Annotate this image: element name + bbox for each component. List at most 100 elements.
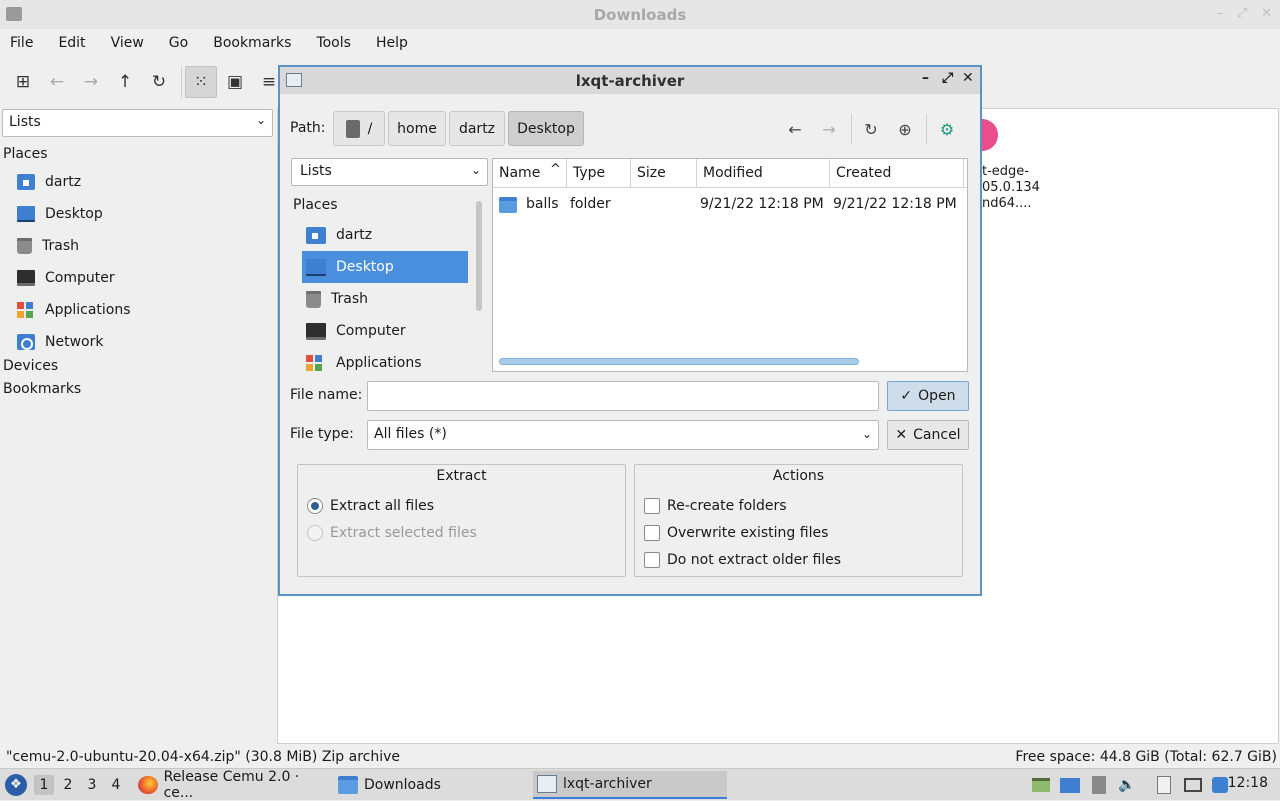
crumb-dartz[interactable]: dartz (449, 111, 505, 146)
extract-all-radio[interactable]: Extract all files (307, 498, 434, 514)
taskbar: ❖ 1 2 3 4 Release Cemu 2.0 · ce... Downl… (0, 768, 1280, 801)
horizontal-scrollbar[interactable] (499, 358, 859, 365)
close-icon[interactable]: ✕ (1261, 6, 1272, 21)
crumb-root[interactable]: / (333, 111, 385, 146)
forward-arrow-icon[interactable]: → (77, 68, 105, 96)
column-created[interactable]: Created (830, 159, 964, 188)
file-manager-tray-icon[interactable] (1031, 775, 1051, 795)
crumb-label: dartz (458, 120, 496, 137)
place-item-desktop[interactable]: Desktop (302, 251, 468, 283)
recreate-folders-label: Re-create folders (667, 498, 787, 514)
chevron-down-icon: ⌄ (861, 427, 872, 441)
start-menu-icon[interactable]: ❖ (5, 774, 27, 796)
minimize-icon[interactable]: – (1216, 6, 1223, 21)
workspace-2[interactable]: 2 (58, 775, 78, 795)
task-lxqt-archiver[interactable]: lxqt-archiver (533, 771, 727, 799)
extract-selected-radio[interactable]: Extract selected files (307, 525, 477, 541)
column-modified[interactable]: Modified (697, 159, 830, 188)
new-tab-icon[interactable]: ⊞ (9, 68, 37, 96)
places-scrollbar[interactable] (476, 201, 482, 311)
menu-help[interactable]: Help (376, 35, 408, 51)
desktop-icon (17, 206, 35, 222)
crumb-home[interactable]: home (388, 111, 446, 146)
place-item-dartz[interactable]: dartz (302, 219, 468, 251)
maximize-icon[interactable]: ⤢ (942, 70, 953, 86)
task-label: Release Cemu 2.0 · ce... (163, 769, 300, 801)
computer-icon (17, 270, 35, 286)
sidebar-item-trash[interactable]: Trash (0, 230, 276, 262)
skip-older-checkbox[interactable]: Do not extract older files (644, 552, 841, 568)
settings-gear-icon[interactable]: ⚙ (936, 118, 958, 140)
column-label: Modified (703, 165, 763, 181)
network-tray-icon[interactable] (1183, 775, 1203, 795)
extract-all-label: Extract all files (330, 498, 435, 514)
column-size[interactable]: Size (631, 159, 697, 188)
desktop-tray-icon[interactable] (1060, 775, 1080, 795)
reload-icon[interactable]: ↻ (860, 118, 882, 140)
bookmarks-header[interactable]: Bookmarks (0, 381, 276, 404)
workspace-4[interactable]: 4 (106, 775, 126, 795)
file-type-value: All files (*) (374, 426, 447, 442)
workspace-1[interactable]: 1 (34, 775, 54, 795)
window-controls: – ⤢ ✕ (1216, 6, 1272, 21)
dialog-file-list[interactable]: Name ^ Type Size Modified Created balls f… (492, 158, 968, 372)
menu-go[interactable]: Go (169, 35, 188, 51)
sidebar-item-desktop[interactable]: Desktop (0, 198, 276, 230)
menu-bookmarks[interactable]: Bookmarks (213, 35, 291, 51)
menu-tools[interactable]: Tools (316, 35, 351, 51)
sidebar-item-network[interactable]: Network (0, 326, 276, 358)
place-item-applications[interactable]: Applications (302, 347, 468, 375)
table-row[interactable]: balls folder 9/21/22 12:18 PM 9/21/22 12… (493, 189, 967, 221)
file-label[interactable]: t-edge- 05.0.134 nd64.... (982, 164, 1040, 212)
file-name-input[interactable] (367, 381, 879, 411)
devices-header[interactable]: Devices (0, 358, 276, 381)
drive-icon (345, 119, 360, 138)
open-button[interactable]: ✓ Open (887, 381, 969, 411)
place-item-computer[interactable]: Computer (302, 315, 468, 347)
side-pane-mode-select[interactable]: Lists ⌄ (291, 158, 488, 186)
task-downloads[interactable]: Downloads (334, 771, 530, 799)
side-pane-mode-select[interactable]: Lists ⌄ (2, 109, 273, 137)
clipboard-icon[interactable] (1154, 775, 1174, 795)
firefox-icon (138, 776, 158, 794)
icon-view-icon[interactable]: ⁙ (185, 66, 217, 98)
clock[interactable]: 12:18 (1228, 775, 1268, 791)
new-folder-icon[interactable]: ⊕ (894, 118, 916, 140)
file-label-line: t-edge- (982, 164, 1029, 179)
volume-icon[interactable]: 🔈 (1117, 775, 1137, 795)
back-arrow-icon[interactable]: ← (43, 68, 71, 96)
drive-tray-icon[interactable] (1089, 775, 1109, 795)
sidebar-item-applications[interactable]: Applications (0, 294, 276, 326)
overwrite-files-label: Overwrite existing files (667, 525, 829, 541)
overwrite-files-checkbox[interactable]: Overwrite existing files (644, 525, 828, 541)
place-item-trash[interactable]: Trash (302, 283, 468, 315)
reload-icon[interactable]: ↻ (145, 68, 173, 96)
workspace-3[interactable]: 3 (82, 775, 102, 795)
thumbnail-view-icon[interactable]: ▣ (221, 68, 249, 96)
task-firefox[interactable]: Release Cemu 2.0 · ce... (134, 769, 330, 801)
sidebar-item-dartz[interactable]: dartz (0, 166, 276, 198)
file-type-select[interactable]: All files (*) ⌄ (367, 420, 879, 450)
task-label: lxqt-archiver (563, 776, 652, 792)
menu-edit[interactable]: Edit (58, 35, 85, 51)
sidebar-item-computer[interactable]: Computer (0, 262, 276, 294)
forward-arrow-icon[interactable]: → (818, 118, 840, 140)
minimize-icon[interactable]: – (922, 70, 929, 86)
back-arrow-icon[interactable]: ← (784, 118, 806, 140)
up-arrow-icon[interactable]: ↑ (111, 68, 139, 96)
sidebar-item-label: Network (45, 334, 104, 350)
column-name[interactable]: Name ^ (493, 159, 567, 188)
cancel-button[interactable]: ✕ Cancel (887, 420, 969, 450)
column-type[interactable]: Type (567, 159, 631, 188)
crumb-desktop[interactable]: Desktop (508, 111, 584, 146)
close-icon[interactable]: ✕ (962, 70, 974, 86)
recreate-folders-checkbox[interactable]: Re-create folders (644, 498, 787, 514)
place-item-label: Computer (336, 323, 406, 339)
menu-view[interactable]: View (111, 35, 144, 51)
file-name-cell: balls (526, 196, 559, 212)
sidebar-item-label: Desktop (45, 206, 103, 222)
checkbox-unchecked (644, 498, 660, 514)
maximize-icon[interactable]: ⤢ (1237, 6, 1247, 21)
menu-file[interactable]: File (10, 35, 33, 51)
file-created-cell: 9/21/22 12:18 PM (833, 196, 957, 212)
